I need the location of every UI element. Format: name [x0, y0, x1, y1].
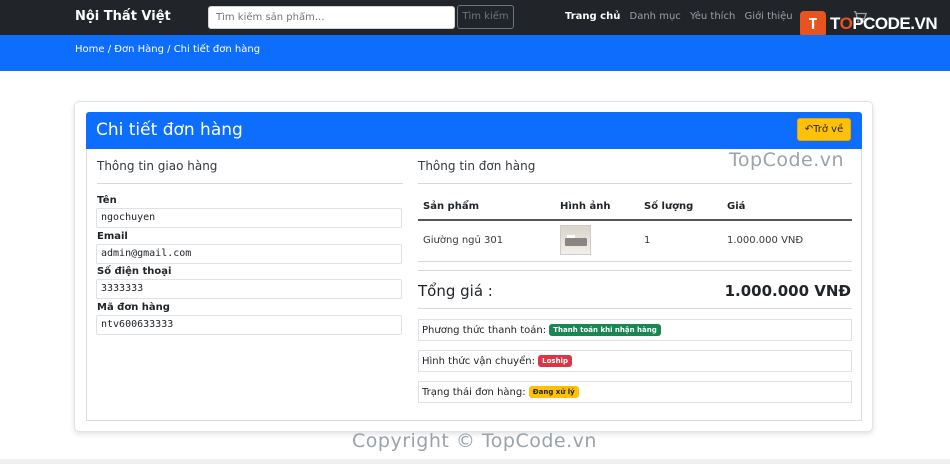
nav-link-home[interactable]: Trang chủ [565, 11, 620, 22]
breadcrumb-banner: Home / Đơn Hàng / Chi tiết đơn hàng [0, 35, 950, 71]
back-button[interactable]: ↶Trở về [797, 118, 851, 141]
total-value: 1.000.000 VNĐ [724, 282, 851, 300]
order-status-row: Trạng thái đơn hàng: Đang xử lý [418, 381, 852, 403]
email-field: admin@gmail.com [96, 244, 402, 264]
divider [418, 270, 852, 271]
payment-method-row: Phương thức thanh toán: Thanh toán khi n… [418, 319, 852, 341]
phone-field: 3333333 [96, 279, 402, 299]
nav-link-about[interactable]: Giới thiệu [744, 11, 792, 22]
product-price: 1.000.000 VNĐ [727, 235, 804, 246]
navbar: Nội Thất Việt Tìm kiếm Trang chủ Danh mụ… [0, 0, 950, 37]
page-title: Chi tiết đơn hàng [96, 120, 243, 140]
watermark-right: TopCode.vn [729, 149, 845, 171]
column-header-price: Giá [727, 201, 746, 212]
product-image [560, 225, 591, 255]
nav-link-categories[interactable]: Danh mục [630, 11, 681, 22]
product-quantity: 1 [644, 235, 651, 246]
divider [97, 183, 403, 184]
order-status-badge: Đang xử lý [528, 386, 579, 398]
payment-method-badge: Thanh toán khi nhận hàng [549, 324, 661, 336]
table-row-divider [418, 261, 852, 262]
email-label: Email [97, 231, 128, 242]
card-body: Thông tin giao hàng Tên ngochuyen Email … [86, 149, 862, 421]
breadcrumb[interactable]: Home / Đơn Hàng / Chi tiết đơn hàng [75, 44, 260, 55]
product-name: Giường ngủ 301 [423, 235, 504, 246]
back-arrow-icon: ↶ [804, 124, 814, 135]
phone-label: Số điện thoại [97, 266, 172, 277]
order-code-field: ntv600633333 [96, 315, 402, 335]
total-label: Tổng giá : [418, 282, 493, 300]
card-header: Chi tiết đơn hàng ↶Trở về [86, 112, 862, 149]
watermark-copyright: Copyright © TopCode.vn [352, 430, 597, 452]
name-field: ngochuyen [96, 208, 402, 228]
brand-logo[interactable]: Nội Thất Việt [75, 9, 171, 24]
topcode-logo-badge: T [800, 11, 826, 37]
footer-strip [0, 459, 950, 464]
shipping-info-title: Thông tin giao hàng [97, 159, 218, 173]
nav-links: Trang chủ Danh mục Yêu thích Giới thiệu … [565, 11, 827, 22]
table-header-divider [418, 219, 852, 221]
column-header-image: Hình ảnh [560, 201, 611, 212]
search-button[interactable]: Tìm kiếm [457, 5, 514, 29]
nav-link-favorites[interactable]: Yêu thích [690, 11, 735, 22]
name-label: Tên [97, 195, 117, 206]
payment-method-label: Phương thức thanh toán: [422, 325, 547, 336]
divider [418, 308, 852, 309]
shipping-method-row: Hình thức vận chuyển: Loship [418, 350, 852, 372]
column-header-product: Sản phẩm [423, 201, 479, 212]
topcode-logo-text: TOPCODE.VN [830, 14, 938, 33]
divider [418, 183, 852, 184]
order-info-title: Thông tin đơn hàng [418, 159, 536, 173]
column-header-quantity: Số lượng [644, 201, 694, 212]
order-code-label: Mã đơn hàng [97, 302, 170, 313]
shipping-method-label: Hình thức vận chuyển: [422, 356, 535, 367]
search-input[interactable] [208, 6, 455, 29]
order-status-label: Trạng thái đơn hàng: [422, 387, 526, 398]
shipping-method-badge: Loship [538, 355, 572, 367]
